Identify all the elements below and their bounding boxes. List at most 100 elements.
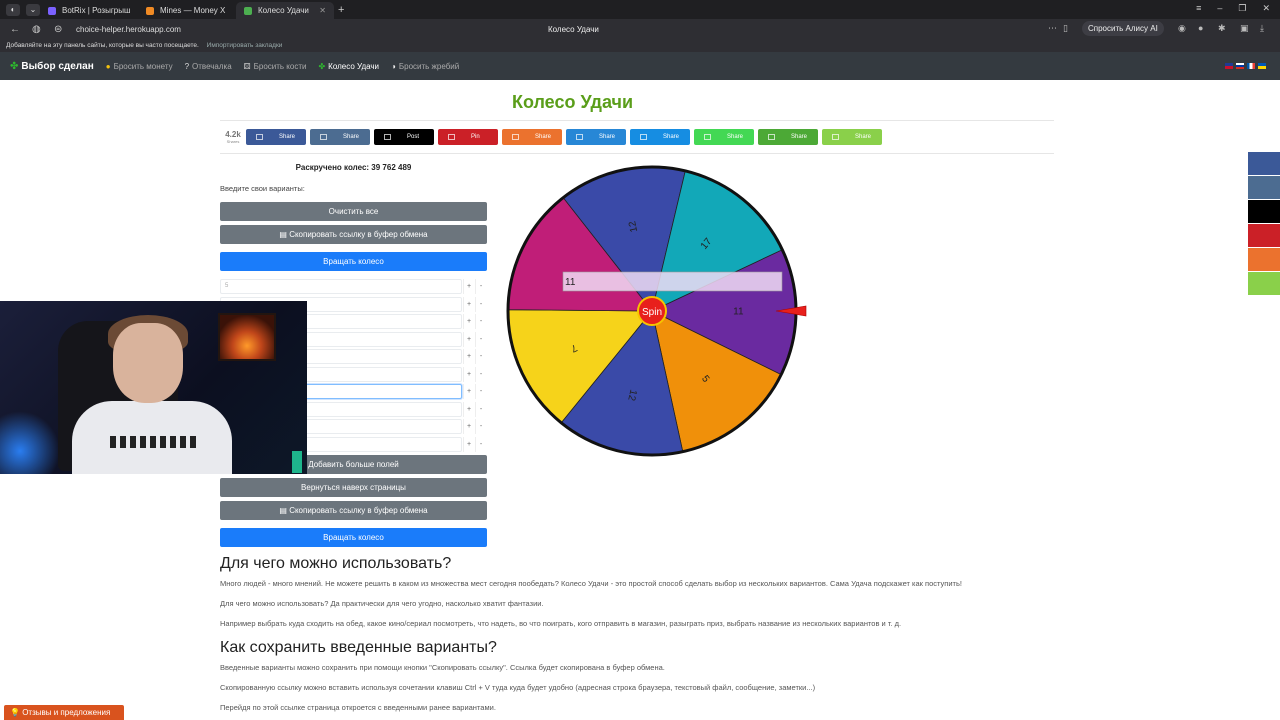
nav-item-label: Бросить жребий (398, 61, 460, 71)
extensions-icon[interactable]: ✱ (1218, 23, 1226, 34)
copy-link-button[interactable]: ▤ Скопировать ссылку в буфер обмена (220, 225, 487, 244)
window-controls: ≡ – ❐ ✕ (1196, 3, 1270, 14)
clipboard-icon: ▤ (279, 230, 287, 239)
share-x-button[interactable]: Post (374, 129, 434, 145)
browser-tab-wheel[interactable]: Колесо Удачи ✕ (236, 2, 334, 19)
spin-wheel-button-bottom[interactable]: Вращать колесо (220, 528, 487, 547)
clear-all-button[interactable]: Очистить все (220, 202, 487, 221)
share-more-button[interactable]: Share (822, 129, 882, 145)
share-vk-button[interactable]: Share (310, 129, 370, 145)
back-arrow-icon[interactable]: ← (10, 24, 22, 35)
plus-button[interactable]: + (463, 384, 474, 399)
spin-wheel-button[interactable]: Вращать колесо (220, 252, 487, 271)
tab-title: BotRix | Розыгрыши (62, 6, 130, 15)
clipboard-icon: ▤ (279, 506, 287, 515)
plus-button[interactable]: + (463, 332, 474, 347)
nav-item-wheel[interactable]: ✤ Колесо Удачи (318, 62, 379, 71)
wheel-segment-label: 11 (733, 306, 744, 317)
new-tab-icon[interactable]: + (338, 4, 344, 16)
flag-fr-icon[interactable] (1247, 63, 1255, 69)
botrix-favicon-icon (48, 6, 56, 15)
float-share-more[interactable] (1248, 272, 1280, 295)
plus-button[interactable]: + (463, 402, 474, 417)
url-field[interactable]: choice-helper.herokuapp.com (76, 25, 181, 34)
float-share-ok[interactable] (1248, 248, 1280, 271)
minus-button[interactable]: - (475, 314, 486, 329)
alice-icon[interactable]: ◉ (1178, 23, 1186, 34)
result-banner (562, 271, 783, 292)
flag-ru-icon[interactable] (1236, 63, 1244, 69)
share-label: Pin (471, 134, 480, 140)
plus-button[interactable]: + (463, 349, 474, 364)
plus-button[interactable]: + (463, 314, 474, 329)
minus-button[interactable]: - (475, 402, 486, 417)
close-tab-icon[interactable]: ✕ (319, 6, 326, 15)
float-share-x[interactable] (1248, 200, 1280, 223)
bookmark-icon[interactable]: ▯ (1063, 23, 1068, 34)
menu-icon[interactable]: ≡ (1196, 3, 1201, 14)
ok-icon (512, 134, 519, 140)
share-telegram-button[interactable]: Share (630, 129, 690, 145)
plus-button[interactable]: + (463, 419, 474, 434)
flag-ua-icon[interactable] (1258, 63, 1266, 69)
minus-button[interactable]: - (475, 437, 486, 452)
brand[interactable]: ✤ Выбор сделан (10, 61, 94, 72)
share-whatsapp-button[interactable]: Share (694, 129, 754, 145)
minimize-icon[interactable]: – (1217, 3, 1222, 14)
minus-button[interactable]: - (475, 384, 486, 399)
nav-item-coin[interactable]: ● Бросить монету (106, 62, 173, 71)
x-icon (384, 134, 391, 140)
nav-item-lot[interactable]: ◑ Бросить жребий (391, 62, 459, 71)
protect-icon[interactable]: ◍ (32, 24, 44, 35)
share-line-button[interactable]: Share (758, 129, 818, 145)
plus-button[interactable]: + (463, 279, 474, 294)
share-pinterest-button[interactable]: Pin (438, 129, 498, 145)
share-mail-button[interactable]: Share (566, 129, 626, 145)
plus-button[interactable]: + (463, 297, 474, 312)
browser-tab-mines[interactable]: Mines — Money X (138, 2, 236, 19)
nav-item-answer[interactable]: ? Отвечалка (185, 62, 232, 71)
share-ok-button[interactable]: Share (502, 129, 562, 145)
copy-link-button-bottom[interactable]: ▤ Скопировать ссылку в буфер обмена (220, 501, 487, 520)
minus-button[interactable]: - (475, 349, 486, 364)
more-icon[interactable]: ⋯ (1048, 23, 1057, 34)
float-share-vk[interactable] (1248, 176, 1280, 199)
mines-favicon-icon (146, 6, 154, 15)
collections-icon[interactable]: ▣ (1240, 23, 1249, 34)
restore-icon[interactable]: ❐ (1238, 3, 1246, 14)
chevron-down-icon[interactable]: ⌄ (26, 3, 40, 16)
divider (220, 153, 1054, 154)
minus-button[interactable]: - (475, 419, 486, 434)
profile-icon[interactable]: ● (1198, 23, 1203, 33)
clover-icon: ✤ (10, 60, 19, 72)
flag-en-icon[interactable] (1225, 63, 1233, 69)
share-label: Share (279, 134, 296, 140)
usage-paragraph-3: Например выбрать куда сходить на обед, к… (220, 619, 902, 628)
nav-item-label: Бросить кости (253, 61, 307, 71)
close-window-icon[interactable]: ✕ (1262, 3, 1270, 14)
browser-tab-botrix[interactable]: BotRix | Розыгрыши (40, 2, 138, 19)
ask-alice-button[interactable]: Спросить Алису AI (1082, 21, 1164, 36)
nav-item-label: Отвечалка (192, 61, 232, 71)
plus-button[interactable]: + (463, 437, 474, 452)
feedback-button[interactable]: 💡 Отзывы и предложения (4, 705, 124, 720)
float-share-pinterest[interactable] (1248, 224, 1280, 247)
minus-button[interactable]: - (475, 332, 486, 347)
browser-menu-icon[interactable]: ◐ (6, 3, 20, 16)
downloads-icon[interactable]: ⤓ (1260, 23, 1264, 34)
minus-button[interactable]: - (475, 367, 486, 382)
share-facebook-button[interactable]: Share (246, 129, 306, 145)
minus-button[interactable]: - (475, 279, 486, 294)
nav-item-dice[interactable]: ⚄ Бросить кости (244, 62, 307, 71)
mail-icon (576, 134, 583, 140)
plus-button[interactable]: + (463, 367, 474, 382)
browser-tabbar: ◐ ⌄ BotRix | Розыгрыши Mines — Money X К… (0, 0, 1280, 19)
lot-icon: ◑ (391, 61, 396, 71)
import-bookmarks-link[interactable]: Импортировать закладки (207, 42, 283, 49)
webcam-overlay (0, 301, 307, 474)
back-to-top-button[interactable]: Вернуться наверх страницы (220, 478, 487, 497)
option-input[interactable]: 5 (220, 279, 462, 294)
minus-button[interactable]: - (475, 297, 486, 312)
float-share-facebook[interactable] (1248, 152, 1280, 175)
shirt-print (110, 436, 200, 448)
